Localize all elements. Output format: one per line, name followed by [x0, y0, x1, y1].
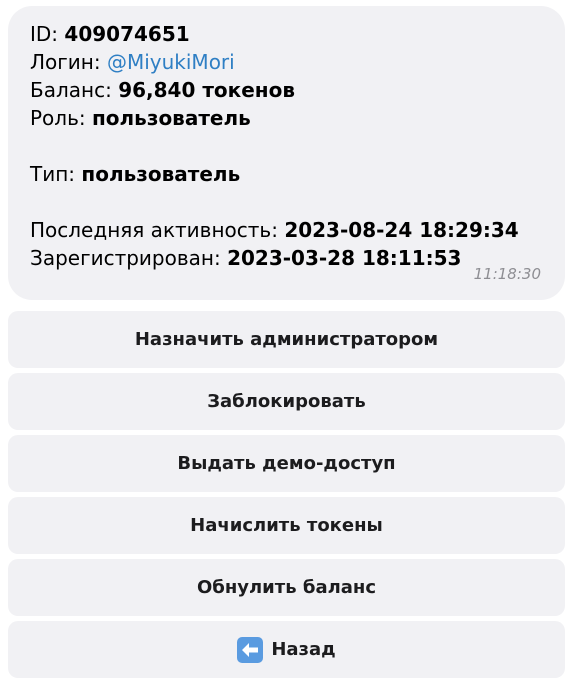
demo-access-button[interactable]: Выдать демо-доступ: [8, 435, 565, 492]
login-link[interactable]: @MiyukiMori: [107, 50, 235, 74]
make-admin-button[interactable]: Назначить администратором: [8, 311, 565, 368]
login-line: Логин: @MiyukiMori: [30, 48, 545, 76]
id-value: 409074651: [64, 22, 190, 46]
reset-balance-button[interactable]: Обнулить баланс: [8, 559, 565, 616]
message-time: 11:18:30: [473, 265, 541, 283]
last-active-label: Последняя активность:: [30, 218, 278, 242]
back-button[interactable]: Назад: [8, 621, 565, 678]
id-line: ID: 409074651: [30, 20, 545, 48]
type-value: пользователь: [81, 162, 241, 186]
balance-line: Баланс: 96,840 токенов: [30, 76, 545, 104]
block-button[interactable]: Заблокировать: [8, 373, 565, 430]
login-label: Логин:: [30, 50, 101, 74]
role-value: пользователь: [91, 106, 251, 130]
registered-value: 2023-03-28 18:11:53: [227, 246, 462, 270]
type-line: Тип: пользователь: [30, 160, 545, 188]
registered-line: Зарегистрирован: 2023-03-28 18:11:53: [30, 244, 545, 272]
add-tokens-button[interactable]: Начислить токены: [8, 497, 565, 554]
registered-label: Зарегистрирован:: [30, 246, 221, 270]
role-label: Роль:: [30, 106, 86, 130]
profile-message: ID: 409074651 Логин: @MiyukiMori Баланс:…: [8, 6, 565, 300]
id-label: ID:: [30, 22, 59, 46]
balance-label: Баланс:: [30, 78, 112, 102]
role-line: Роль: пользователь: [30, 104, 545, 132]
last-active-value: 2023-08-24 18:29:34: [284, 218, 519, 242]
back-label: Назад: [271, 639, 336, 660]
back-arrow-icon: [237, 636, 264, 663]
type-label: Тип:: [30, 162, 76, 186]
balance-value: 96,840 токенов: [118, 78, 296, 102]
last-active-line: Последняя активность: 2023-08-24 18:29:3…: [30, 216, 545, 244]
